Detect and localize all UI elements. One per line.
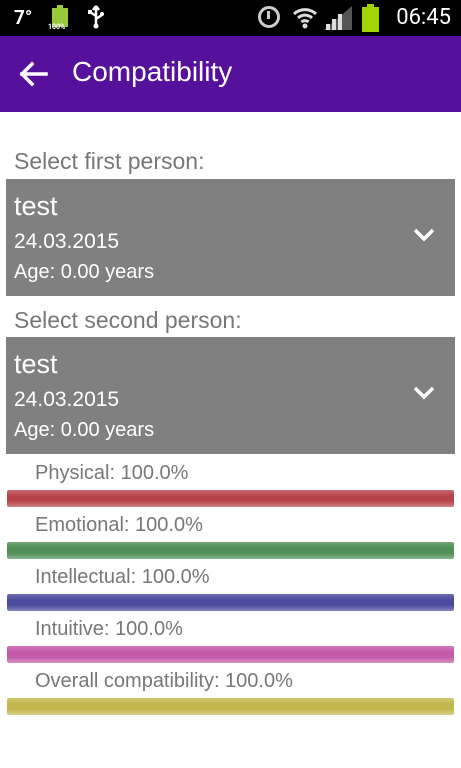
physical-progress-fill (7, 490, 454, 507)
second-person-date: 24.03.2015 (14, 388, 120, 411)
signal-icon (324, 6, 352, 30)
first-person-label: Select first person: (14, 148, 205, 174)
temperature-text: 7° (14, 6, 33, 29)
intellectual-progress-fill (7, 594, 454, 611)
battery-small-percent: 100% (48, 23, 66, 31)
second-person-label: Select second person: (14, 307, 242, 333)
intuitive-progress-bar (7, 646, 454, 663)
overall-compatibility-label: Overall compatibility: 100.0% (35, 670, 293, 692)
emotional-progress-bar (7, 542, 454, 559)
overall-compatibility-progress-bar (7, 698, 454, 715)
physical-label: Physical: 100.0% (35, 462, 189, 484)
app-bar: Compatibility (0, 36, 461, 112)
second-person-spinner[interactable]: test 24.03.2015 Age: 0.00 years (6, 337, 455, 454)
intellectual-label: Intellectual: 100.0% (35, 566, 210, 588)
first-person-name: test (14, 191, 58, 221)
battery-icon (362, 4, 379, 32)
status-bar: 7° 100% 06:45 (0, 0, 461, 36)
alarm-icon (258, 6, 280, 28)
overall-compatibility-progress-fill (7, 698, 454, 715)
chevron-down-icon (413, 227, 435, 242)
first-person-date: 24.03.2015 (14, 230, 120, 253)
physical-progress-bar (7, 490, 454, 507)
intellectual-progress-bar (7, 594, 454, 611)
first-person-spinner[interactable]: test 24.03.2015 Age: 0.00 years (6, 179, 455, 296)
emotional-label: Emotional: 100.0% (35, 514, 203, 536)
wifi-icon (292, 4, 318, 30)
usb-icon (86, 4, 106, 35)
emotional-progress-fill (7, 542, 454, 559)
intuitive-label: Intuitive: 100.0% (35, 618, 183, 640)
intuitive-progress-fill (7, 646, 454, 663)
chevron-down-icon (413, 385, 435, 400)
back-arrow-icon[interactable] (18, 60, 50, 88)
page-title: Compatibility (72, 56, 233, 87)
clock-time: 06:45 (396, 5, 451, 30)
first-person-age: Age: 0.00 years (14, 261, 155, 283)
second-person-name: test (14, 349, 58, 379)
second-person-age: Age: 0.00 years (14, 419, 155, 441)
